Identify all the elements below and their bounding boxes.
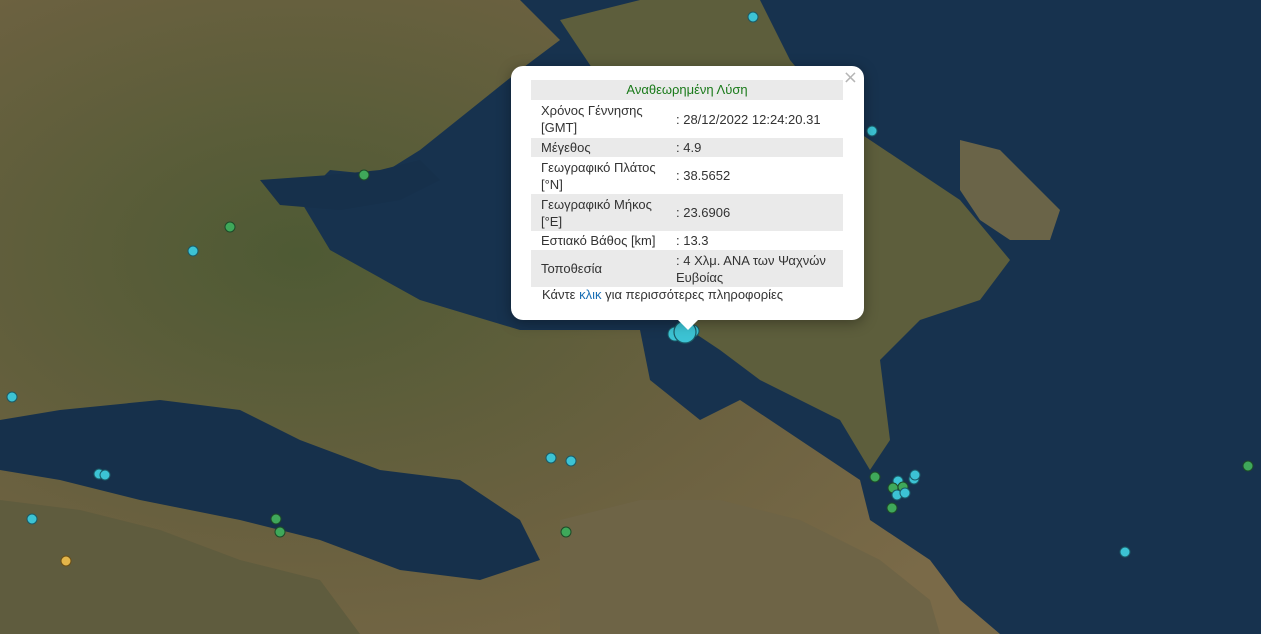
close-icon[interactable]: × <box>843 68 858 88</box>
more-info-link[interactable]: κλικ <box>579 287 601 302</box>
earthquake-marker[interactable] <box>1119 546 1131 558</box>
info-row-latitude: Γεωγραφικό Πλάτος [°N] : 38.5652 <box>531 157 843 194</box>
info-row-origin-time: Χρόνος Γέννησης [GMT] : 28/12/2022 12:24… <box>531 100 843 138</box>
earthquake-marker[interactable] <box>866 125 878 137</box>
earthquake-info-popup: × Αναθεωρημένη Λύση Χρόνος Γέννησης [GMT… <box>511 66 864 320</box>
info-value: : 4.9 <box>666 138 843 157</box>
info-key: Γεωγραφικό Μήκος [°E] <box>531 194 666 231</box>
earthquake-marker[interactable] <box>60 555 72 567</box>
info-value: : 4 Χλμ. ΑΝΑ των Ψαχνών Ευβοίας <box>666 250 843 287</box>
earthquake-marker[interactable] <box>560 526 572 538</box>
info-key: Τοποθεσία <box>531 250 666 287</box>
more-info-suffix: για περισσότερες πληροφορίες <box>601 287 784 302</box>
popup-tip <box>676 318 700 330</box>
earthquake-marker[interactable] <box>270 513 282 525</box>
earthquake-marker[interactable] <box>274 526 286 538</box>
info-key: Χρόνος Γέννησης [GMT] <box>541 103 643 135</box>
info-row-location: Τοποθεσία : 4 Χλμ. ΑΝΑ των Ψαχνών Ευβοία… <box>531 250 843 287</box>
info-row-longitude: Γεωγραφικό Μήκος [°E] : 23.6906 <box>531 194 843 231</box>
earthquake-marker[interactable] <box>1242 460 1254 472</box>
info-value: : 23.6906 <box>666 194 843 231</box>
info-key: Γεωγραφικό Πλάτος [°N] <box>541 159 656 192</box>
earthquake-marker[interactable] <box>358 169 370 181</box>
info-value: : 38.5652 <box>676 168 731 183</box>
earthquake-marker[interactable] <box>26 513 38 525</box>
earthquake-marker[interactable] <box>6 391 18 403</box>
earthquake-marker[interactable] <box>545 452 557 464</box>
earthquake-marker[interactable] <box>565 455 577 467</box>
earthquake-marker[interactable] <box>909 469 921 481</box>
info-row-magnitude: Μέγεθος : 4.9 <box>531 138 843 157</box>
info-key: Εστιακό Βάθος [km] <box>541 233 656 248</box>
info-key: Μέγεθος <box>531 138 666 157</box>
earthquake-info-table: Χρόνος Γέννησης [GMT] : 28/12/2022 12:24… <box>531 100 843 287</box>
earthquake-marker[interactable] <box>747 11 759 23</box>
earthquake-marker[interactable] <box>886 502 898 514</box>
earthquake-marker[interactable] <box>224 221 236 233</box>
more-info-text: Κάντε κλικ για περισσότερες πληροφορίες <box>542 287 783 302</box>
more-info-prefix: Κάντε <box>542 287 580 302</box>
info-row-depth: Εστιακό Βάθος [km] : 13.3 <box>531 231 843 250</box>
earthquake-marker[interactable] <box>899 487 911 499</box>
popup-title: Αναθεωρημένη Λύση <box>531 80 843 100</box>
earthquake-marker[interactable] <box>869 471 881 483</box>
info-value: : 13.3 <box>676 233 709 248</box>
info-value: : 28/12/2022 12:24:20.31 <box>676 111 821 127</box>
earthquake-marker[interactable] <box>99 469 111 481</box>
earthquake-marker[interactable] <box>187 245 199 257</box>
